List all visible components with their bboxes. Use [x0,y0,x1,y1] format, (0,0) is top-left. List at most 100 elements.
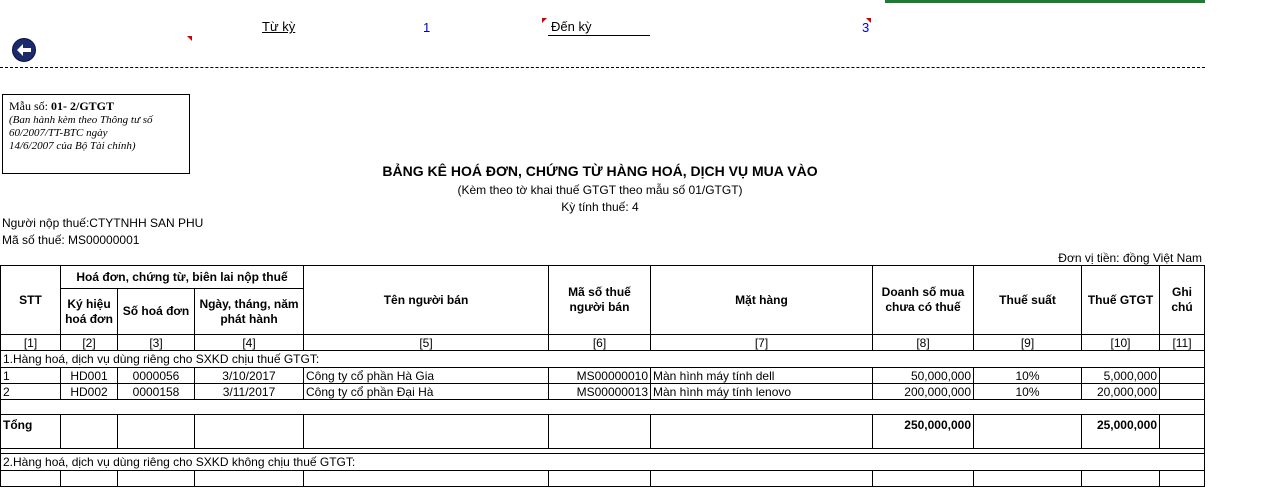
comment-marker [542,18,547,23]
total-empty-cell [117,414,195,449]
table-row[interactable]: 1 HD001 0000056 3/10/2017 Công ty cổ phầ… [0,367,1205,384]
cell-stt[interactable]: 1 [0,367,61,384]
header-vat: Thuế GTGT [1081,265,1160,335]
header-seller-tax-code: Mã số thuế người bán [548,265,651,335]
column-number: [2] [60,334,118,351]
cell-issue-date[interactable]: 3/10/2017 [194,367,304,384]
cell-goods[interactable]: Màn hình máy tính dell [650,367,873,384]
header-invoice-number: Số hoá đơn [117,288,195,335]
column-number: [3] [117,334,195,351]
header-note: Ghi chú [1159,265,1205,335]
top-accent-line [885,0,1205,3]
cell-issue-date[interactable]: 3/11/2017 [194,383,304,400]
cell-tax-rate[interactable]: 10% [973,383,1082,400]
cell-revenue[interactable]: 200,000,000 [872,383,974,400]
total-empty-cell [973,414,1082,449]
cell-stt[interactable]: 2 [0,383,61,400]
spacer-cell [0,399,1205,415]
den-ky-label: Đến kỳ [551,19,592,34]
back-arrow-button[interactable] [12,38,36,62]
cell-revenue[interactable]: 50,000,000 [872,367,974,384]
column-number: [4] [194,334,304,351]
table-row[interactable]: 2 HD002 0000158 3/11/2017 Công ty cổ phầ… [0,383,1205,400]
header-revenue: Doanh số mua chưa có thuế [872,265,974,335]
cell-revenue[interactable] [872,470,974,487]
taxpayer-name: Người nộp thuế:CTYTNHH SAN PHU [2,216,204,230]
total-empty-cell [60,414,118,449]
page-break-line [0,67,1205,68]
taxpayer-tax-code: Mã số thuế: MS00000001 [2,233,140,247]
comment-marker [187,36,192,41]
form-code-label: Mẫu số: [9,99,48,113]
column-number: [5] [303,334,549,351]
column-number: [7] [650,334,873,351]
header-seller-name: Tên người bán [303,265,549,335]
cell-note[interactable] [1159,367,1205,384]
cell-vat[interactable] [1081,470,1160,487]
cell-seller-tax-code[interactable] [548,470,651,487]
column-number: [11] [1159,334,1205,351]
cell-seller-name[interactable]: Công ty cổ phần Đại Hà [303,383,549,400]
table-row[interactable] [0,470,1205,487]
comment-marker [866,18,871,23]
total-empty-cell [1159,414,1205,449]
spacer-row [0,399,1205,415]
total-empty-cell [548,414,651,449]
tu-ky-value[interactable]: 1 [423,20,430,35]
cell-goods[interactable] [650,470,873,487]
cell-seller-tax-code[interactable]: MS00000010 [548,367,651,384]
cell-invoice-symbol[interactable]: HD001 [60,367,118,384]
total-revenue: 250,000,000 [872,414,974,449]
section-row: 1.Hàng hoá, dịch vụ dùng riêng cho SXKD … [0,350,1205,368]
total-vat: 25,000,000 [1081,414,1160,449]
page-title: BẢNG KÊ HOÁ ĐƠN, CHỨNG TỪ HÀNG HOÁ, DỊCH… [382,163,818,179]
cell-stt[interactable] [0,470,61,487]
header-invoice-group: Hoá đơn, chứng từ, biên lai nộp thuế [60,265,304,289]
cell-invoice-number[interactable] [117,470,195,487]
total-empty-cell [194,414,304,449]
header-invoice-symbol: Ký hiệu hoá đơn [60,288,118,335]
cell-vat[interactable]: 5,000,000 [1081,367,1160,384]
column-number: [6] [548,334,651,351]
column-number: [9] [973,334,1082,351]
total-empty-cell [650,414,873,449]
form-note-line: 14/6/2007 của Bộ Tài chính) [9,140,136,152]
header-stt: STT [0,265,61,335]
tu-ky-label: Từ kỳ [262,19,296,34]
cell-invoice-symbol[interactable]: HD002 [60,383,118,400]
column-number: [10] [1081,334,1160,351]
arrow-left-icon [17,44,31,56]
total-label: Tổng [0,414,61,449]
cell-invoice-number[interactable]: 0000056 [117,367,195,384]
cell-issue-date[interactable] [194,470,304,487]
total-empty-cell [303,414,549,449]
section-2-label: 2.Hàng hoá, dịch vụ dùng riêng cho SXKD … [0,453,1205,471]
page-subtitle: (Kèm theo tờ khai thuế GTGT theo mẫu số … [457,183,743,197]
column-number: [8] [872,334,974,351]
form-code-box: Mẫu số: 01- 2/GTGT (Ban hành kèm theo Th… [2,94,190,174]
cell-seller-name[interactable]: Công ty cổ phần Hà Gia [303,367,549,384]
form-note-line: 60/2007/TT-BTC ngày [9,127,108,139]
cell-vat[interactable]: 20,000,000 [1081,383,1160,400]
cell-goods[interactable]: Màn hình máy tính lenovo [650,383,873,400]
form-note-line: (Ban hành kèm theo Thông tư số [9,114,153,126]
header-issue-date: Ngày, tháng, năm phát hành [194,288,304,335]
form-code-value: 01- 2/GTGT [51,99,115,113]
header-tax-rate: Thuế suất [973,265,1082,335]
cell-tax-rate[interactable] [973,470,1082,487]
header-goods: Mặt hàng [650,265,873,335]
tax-period: Kỳ tính thuế: 4 [561,200,639,214]
section-1-label: 1.Hàng hoá, dịch vụ dùng riêng cho SXKD … [0,350,1205,368]
cell-seller-name[interactable] [303,470,549,487]
column-number-row: [1] [2] [3] [4] [5] [6] [7] [8] [9] [10]… [0,334,1205,351]
invoice-table: STT Hoá đơn, chứng từ, biên lai nộp thuế… [0,265,1205,487]
cell-seller-tax-code[interactable]: MS00000013 [548,383,651,400]
cell-tax-rate[interactable]: 10% [973,367,1082,384]
column-number: [1] [0,334,61,351]
cell-invoice-number[interactable]: 0000158 [117,383,195,400]
cell-note[interactable] [1159,383,1205,400]
currency-unit: Đơn vị tiền: đồng Việt Nam [1058,251,1202,265]
cell-note[interactable] [1159,470,1205,487]
section-row: 2.Hàng hoá, dịch vụ dùng riêng cho SXKD … [0,453,1205,471]
cell-invoice-symbol[interactable] [60,470,118,487]
